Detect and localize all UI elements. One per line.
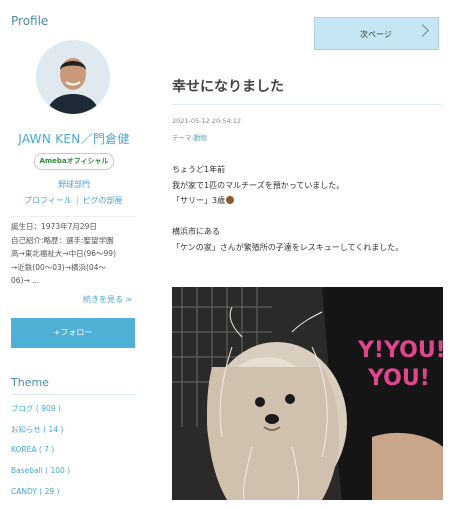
dept-link[interactable]: 野球部門 [0,179,148,190]
profile-heading: Profile [11,14,49,28]
link-separator: | [75,196,79,205]
post-theme-link[interactable]: 動物 [194,134,207,142]
profile-line: 06)→ ... [11,276,40,285]
profile-link[interactable]: プロフィール [24,196,72,205]
pigg-room-link[interactable]: ピグの部屋 [83,196,123,205]
theme-item[interactable]: CANDY ( 29 ) [11,487,70,508]
divider [172,104,442,105]
profile-name[interactable]: JAWN KEN／門倉健 [0,130,148,147]
dog-face-emoji [226,196,235,204]
official-badge: Amebaオフィシャル [34,153,114,170]
read-more-link[interactable]: 続きを見る > [83,294,132,305]
profile-text: 誕生日：1973年7月29日 自己紹介:略歴：選手:聖望学園 高→東北福祉大→中… [11,220,136,288]
post-date: 2021-05-12 20:54:12 [172,117,242,125]
next-page-label: 次ページ [360,30,392,39]
body-line: 横浜市にある [172,227,220,236]
avatar-photo [36,40,110,114]
article-title[interactable]: 幸せになりました [172,76,284,96]
theme-list: ブログ ( 909 ) お知らせ ( 14 ) KOREA ( 7 ) Base… [11,403,70,508]
body-line: ちょうど1年前 [172,165,226,174]
dog-photo: Y!YOU! YOU! [172,287,443,500]
avatar[interactable] [36,40,110,114]
shirt-text-line: Y!YOU! [357,338,443,363]
article-body: ちょうど1年前 我が家で1匹のマルチーズを預かっていました。 「サリー」3歳 横… [172,162,403,255]
profile-line: 高→東北福祉大→中日(96〜99) [11,249,117,258]
theme-heading: Theme [11,376,49,389]
profile-line: 自己紹介:略歴：選手:聖望学園 [11,235,114,245]
follow-button[interactable]: +フォロー [11,318,135,348]
theme-item[interactable]: ブログ ( 909 ) [11,403,70,424]
profile-line: 誕生日：1973年7月29日 [11,222,97,231]
profile-line: →近鉄(00〜03)→横浜(04〜 [11,262,106,272]
theme-item[interactable]: Baseball ( 100 ) [11,466,70,487]
body-line: 「ケンの家」さんが繁殖所の子達をレスキューしてくれました。 [172,242,404,252]
shirt-text-line: YOU! [367,366,430,391]
article-photo[interactable]: Y!YOU! YOU! [172,287,443,500]
divider [11,394,135,395]
profile-links: プロフィール | ピグの部屋 [24,195,123,206]
divider [11,216,136,217]
body-line [172,209,403,225]
post-theme: テーマ:動物 [172,132,207,142]
theme-item[interactable]: お知らせ ( 14 ) [11,424,70,445]
body-line-text: 「サリー」3歳 [172,196,226,205]
theme-item[interactable]: KOREA ( 7 ) [11,445,70,466]
body-line: 「サリー」3歳 [172,193,403,209]
next-page-button[interactable]: 次ページ [314,17,439,50]
body-line: 我が家で1匹のマルチーズを預かっていました。 [172,180,345,190]
post-theme-label: テーマ: [172,134,194,142]
chevron-right-icon [416,24,429,37]
